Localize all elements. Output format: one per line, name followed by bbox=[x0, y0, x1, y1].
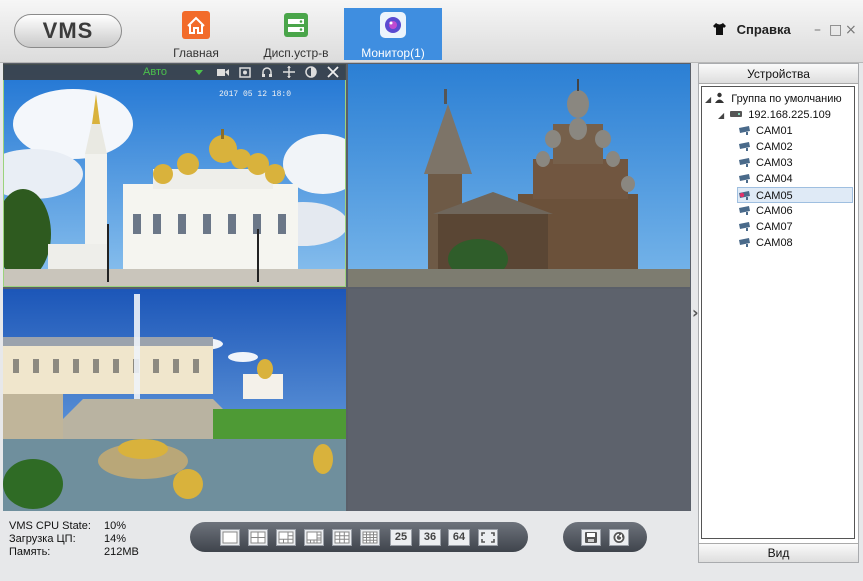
camera-item-cam05[interactable]: CAM05 bbox=[737, 187, 853, 203]
video-pane-3[interactable] bbox=[3, 289, 346, 511]
camera-icon bbox=[739, 238, 750, 247]
minimize-button[interactable]: – bbox=[814, 22, 821, 38]
layout-1-icon bbox=[222, 531, 238, 544]
layout-36-button[interactable]: 36 bbox=[419, 529, 441, 546]
status-memory-value: 212MB bbox=[104, 546, 139, 558]
video-pane-2[interactable] bbox=[348, 64, 690, 287]
camera-item-cam08[interactable]: CAM08 bbox=[738, 235, 793, 251]
status-cpu-state-value: 10% bbox=[104, 520, 127, 532]
camera-item-cam03[interactable]: CAM03 bbox=[738, 155, 793, 171]
layout-6-button[interactable] bbox=[276, 529, 296, 546]
save-icon bbox=[585, 532, 597, 543]
camera-label: CAM07 bbox=[756, 221, 793, 233]
status-memory-label: Память: bbox=[9, 546, 51, 558]
chevron-down-icon[interactable] bbox=[195, 70, 203, 75]
tab-device-manager[interactable]: Дисп.устр-в bbox=[256, 8, 336, 60]
view-tab[interactable]: Вид bbox=[699, 543, 858, 562]
color-adjust-icon[interactable] bbox=[305, 66, 317, 78]
group-label: Группа по умолчанию bbox=[731, 93, 842, 105]
refresh-button[interactable] bbox=[609, 529, 629, 546]
tab-home[interactable]: Главная bbox=[163, 8, 229, 60]
camera-label: CAM05 bbox=[756, 190, 793, 202]
save-button[interactable] bbox=[581, 529, 601, 546]
camera-item-cam06[interactable]: CAM06 bbox=[738, 203, 793, 219]
layout-1-button[interactable] bbox=[220, 529, 240, 546]
group-icon bbox=[715, 92, 725, 103]
camera-icon bbox=[739, 126, 750, 135]
camera-label: CAM06 bbox=[756, 205, 793, 217]
camera-label: CAM01 bbox=[756, 125, 793, 137]
fullscreen-button[interactable] bbox=[478, 529, 498, 546]
camera-icon bbox=[739, 142, 750, 151]
camera-icon bbox=[739, 222, 750, 231]
refresh-icon bbox=[613, 532, 625, 543]
camera-item-cam02[interactable]: CAM02 bbox=[738, 139, 793, 155]
record-toolbar bbox=[563, 522, 647, 552]
ptz-move-icon[interactable] bbox=[283, 66, 295, 78]
expand-icon[interactable]: ◢ bbox=[718, 111, 724, 120]
tree-device[interactable]: ◢ 192.168.225.109 bbox=[718, 107, 831, 123]
camera-item-cam04[interactable]: CAM04 bbox=[738, 171, 793, 187]
expand-icon[interactable]: ◢ bbox=[705, 95, 711, 104]
device-tree: ◢ Группа по умолчанию ◢ 192.168.225.109 … bbox=[701, 86, 855, 539]
snapshot-icon[interactable] bbox=[239, 66, 251, 78]
layout-9-button[interactable] bbox=[332, 529, 352, 546]
close-window-button[interactable]: × bbox=[845, 22, 857, 38]
layout-4-button[interactable] bbox=[248, 529, 268, 546]
ptz-toolbar: Авто bbox=[3, 64, 346, 80]
audio-icon[interactable] bbox=[261, 66, 273, 78]
camera-label: CAM04 bbox=[756, 173, 793, 185]
status-cpu-load-value: 14% bbox=[104, 533, 127, 545]
layout-6-icon bbox=[278, 531, 294, 544]
tree-group[interactable]: ◢ Группа по умолчанию bbox=[705, 91, 842, 107]
camera-label: CAM08 bbox=[756, 237, 793, 249]
stream-mode-select[interactable]: Авто bbox=[143, 64, 167, 80]
status-cpu-load-label: Загрузка ЦП: bbox=[9, 533, 76, 545]
layout-64-button[interactable]: 64 bbox=[448, 529, 470, 546]
video-timestamp: 2017 05 12 18:0 bbox=[219, 90, 292, 99]
video-record-icon[interactable] bbox=[217, 66, 229, 78]
device-ip: 192.168.225.109 bbox=[748, 109, 831, 121]
layout-16-icon bbox=[362, 531, 378, 544]
app-logo: VMS bbox=[14, 14, 122, 48]
camera-feed-fountains bbox=[3, 289, 346, 511]
camera-icon bbox=[739, 206, 750, 215]
collapse-panel-icon[interactable]: › bbox=[692, 303, 699, 322]
video-pane-1[interactable] bbox=[3, 64, 346, 287]
layout-8-button[interactable] bbox=[304, 529, 324, 546]
camera-icon bbox=[739, 191, 750, 200]
dvr-icon bbox=[730, 111, 743, 117]
home-icon bbox=[182, 11, 210, 39]
device-manager-icon bbox=[284, 13, 308, 37]
camera-label: CAM03 bbox=[756, 157, 793, 169]
camera-feed-wooden-church bbox=[348, 64, 690, 287]
camera-label: CAM02 bbox=[756, 141, 793, 153]
layout-toolbar: 25 36 64 bbox=[190, 522, 528, 552]
camera-icon bbox=[739, 174, 750, 183]
tab-device-manager-label: Дисп.устр-в bbox=[263, 46, 329, 60]
layout-9-icon bbox=[334, 531, 350, 544]
tab-home-label: Главная bbox=[173, 46, 219, 60]
tab-monitor-label: Монитор(1) bbox=[361, 46, 425, 60]
layout-4-icon bbox=[250, 531, 266, 544]
maximize-button[interactable]: □ bbox=[829, 22, 842, 38]
camera-item-cam07[interactable]: CAM07 bbox=[738, 219, 793, 235]
help-button[interactable]: Справка bbox=[712, 22, 791, 37]
monitor-icon bbox=[380, 12, 406, 38]
tshirt-icon bbox=[713, 23, 726, 35]
camera-item-cam01[interactable]: CAM01 bbox=[738, 123, 793, 139]
close-icon[interactable] bbox=[327, 66, 339, 78]
status-cpu-state-label: VMS CPU State: bbox=[9, 520, 91, 532]
help-label: Справка bbox=[736, 22, 791, 37]
device-panel-header[interactable]: Устройства bbox=[699, 64, 858, 84]
layout-16-button[interactable] bbox=[360, 529, 380, 546]
camera-feed-cathedral bbox=[3, 64, 346, 287]
fullscreen-icon bbox=[481, 532, 495, 543]
layout-8-icon bbox=[306, 531, 322, 544]
video-pane-4-empty[interactable] bbox=[348, 289, 690, 511]
camera-icon bbox=[739, 158, 750, 167]
layout-25-button[interactable]: 25 bbox=[390, 529, 412, 546]
tab-monitor[interactable]: Монитор(1) bbox=[344, 8, 442, 60]
